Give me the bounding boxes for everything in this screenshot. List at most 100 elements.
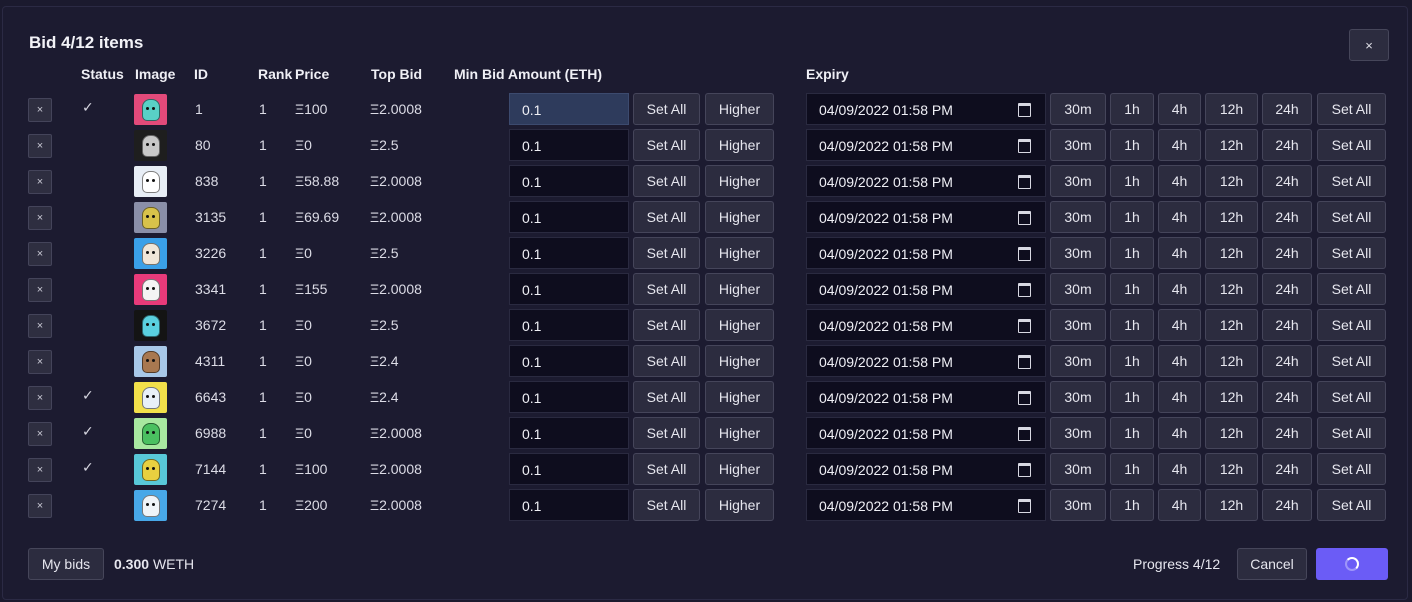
- expiry-preset-button[interactable]: 12h: [1205, 381, 1258, 413]
- remove-item-button[interactable]: ×: [28, 134, 52, 158]
- expiry-preset-button[interactable]: 12h: [1205, 345, 1258, 377]
- expiry-preset-button[interactable]: 12h: [1205, 129, 1258, 161]
- expiry-preset-button[interactable]: 30m: [1050, 345, 1106, 377]
- calendar-icon[interactable]: [1018, 139, 1031, 153]
- expiry-preset-button[interactable]: 12h: [1205, 93, 1258, 125]
- set-all-bid-button[interactable]: Set All: [633, 201, 700, 233]
- expiry-preset-button[interactable]: 1h: [1110, 489, 1154, 521]
- expiry-datetime-input[interactable]: 04/09/2022 01:58 PM: [806, 129, 1046, 161]
- expiry-preset-button[interactable]: 4h: [1158, 453, 1201, 485]
- min-bid-input[interactable]: 0.1: [509, 237, 629, 269]
- expiry-preset-button[interactable]: 12h: [1205, 165, 1258, 197]
- min-bid-input[interactable]: 0.1: [509, 273, 629, 305]
- set-all-expiry-button[interactable]: Set All: [1317, 165, 1386, 197]
- higher-button[interactable]: Higher: [705, 129, 774, 161]
- expiry-preset-button[interactable]: 24h: [1262, 489, 1312, 521]
- set-all-bid-button[interactable]: Set All: [633, 417, 700, 449]
- higher-button[interactable]: Higher: [705, 381, 774, 413]
- expiry-preset-button[interactable]: 24h: [1262, 237, 1312, 269]
- set-all-bid-button[interactable]: Set All: [633, 129, 700, 161]
- min-bid-input[interactable]: 0.1: [509, 201, 629, 233]
- calendar-icon[interactable]: [1018, 103, 1031, 117]
- expiry-preset-button[interactable]: 30m: [1050, 237, 1106, 269]
- expiry-preset-button[interactable]: 24h: [1262, 273, 1312, 305]
- expiry-preset-button[interactable]: 1h: [1110, 273, 1154, 305]
- higher-button[interactable]: Higher: [705, 165, 774, 197]
- my-bids-button[interactable]: My bids: [28, 548, 104, 580]
- expiry-preset-button[interactable]: 1h: [1110, 129, 1154, 161]
- set-all-bid-button[interactable]: Set All: [633, 93, 700, 125]
- set-all-expiry-button[interactable]: Set All: [1317, 237, 1386, 269]
- expiry-datetime-input[interactable]: 04/09/2022 01:58 PM: [806, 237, 1046, 269]
- higher-button[interactable]: Higher: [705, 417, 774, 449]
- set-all-expiry-button[interactable]: Set All: [1317, 489, 1386, 521]
- expiry-datetime-input[interactable]: 04/09/2022 01:58 PM: [806, 417, 1046, 449]
- remove-item-button[interactable]: ×: [28, 494, 52, 518]
- expiry-preset-button[interactable]: 24h: [1262, 201, 1312, 233]
- min-bid-input[interactable]: 0.1: [509, 309, 629, 341]
- expiry-datetime-input[interactable]: 04/09/2022 01:58 PM: [806, 93, 1046, 125]
- set-all-bid-button[interactable]: Set All: [633, 489, 700, 521]
- expiry-preset-button[interactable]: 4h: [1158, 237, 1201, 269]
- higher-button[interactable]: Higher: [705, 201, 774, 233]
- expiry-preset-button[interactable]: 4h: [1158, 129, 1201, 161]
- expiry-preset-button[interactable]: 4h: [1158, 201, 1201, 233]
- expiry-preset-button[interactable]: 1h: [1110, 417, 1154, 449]
- expiry-preset-button[interactable]: 30m: [1050, 309, 1106, 341]
- expiry-preset-button[interactable]: 1h: [1110, 93, 1154, 125]
- expiry-preset-button[interactable]: 4h: [1158, 273, 1201, 305]
- higher-button[interactable]: Higher: [705, 237, 774, 269]
- min-bid-input[interactable]: 0.1: [509, 453, 629, 485]
- expiry-preset-button[interactable]: 30m: [1050, 273, 1106, 305]
- expiry-preset-button[interactable]: 1h: [1110, 381, 1154, 413]
- expiry-preset-button[interactable]: 4h: [1158, 93, 1201, 125]
- expiry-preset-button[interactable]: 24h: [1262, 345, 1312, 377]
- higher-button[interactable]: Higher: [705, 309, 774, 341]
- expiry-preset-button[interactable]: 30m: [1050, 381, 1106, 413]
- expiry-preset-button[interactable]: 4h: [1158, 381, 1201, 413]
- expiry-preset-button[interactable]: 1h: [1110, 165, 1154, 197]
- remove-item-button[interactable]: ×: [28, 278, 52, 302]
- calendar-icon[interactable]: [1018, 499, 1031, 513]
- expiry-preset-button[interactable]: 12h: [1205, 309, 1258, 341]
- set-all-expiry-button[interactable]: Set All: [1317, 273, 1386, 305]
- expiry-preset-button[interactable]: 30m: [1050, 453, 1106, 485]
- set-all-bid-button[interactable]: Set All: [633, 453, 700, 485]
- expiry-preset-button[interactable]: 12h: [1205, 417, 1258, 449]
- expiry-datetime-input[interactable]: 04/09/2022 01:58 PM: [806, 273, 1046, 305]
- calendar-icon[interactable]: [1018, 427, 1031, 441]
- set-all-bid-button[interactable]: Set All: [633, 381, 700, 413]
- set-all-bid-button[interactable]: Set All: [633, 345, 700, 377]
- expiry-datetime-input[interactable]: 04/09/2022 01:58 PM: [806, 489, 1046, 521]
- higher-button[interactable]: Higher: [705, 345, 774, 377]
- expiry-preset-button[interactable]: 1h: [1110, 453, 1154, 485]
- set-all-expiry-button[interactable]: Set All: [1317, 93, 1386, 125]
- remove-item-button[interactable]: ×: [28, 314, 52, 338]
- higher-button[interactable]: Higher: [705, 273, 774, 305]
- expiry-preset-button[interactable]: 24h: [1262, 165, 1312, 197]
- expiry-preset-button[interactable]: 24h: [1262, 453, 1312, 485]
- expiry-preset-button[interactable]: 1h: [1110, 237, 1154, 269]
- expiry-preset-button[interactable]: 12h: [1205, 201, 1258, 233]
- expiry-preset-button[interactable]: 12h: [1205, 453, 1258, 485]
- set-all-bid-button[interactable]: Set All: [633, 309, 700, 341]
- remove-item-button[interactable]: ×: [28, 350, 52, 374]
- min-bid-input[interactable]: 0.1: [509, 165, 629, 197]
- set-all-bid-button[interactable]: Set All: [633, 273, 700, 305]
- remove-item-button[interactable]: ×: [28, 206, 52, 230]
- remove-item-button[interactable]: ×: [28, 422, 52, 446]
- calendar-icon[interactable]: [1018, 463, 1031, 477]
- set-all-bid-button[interactable]: Set All: [633, 237, 700, 269]
- expiry-datetime-input[interactable]: 04/09/2022 01:58 PM: [806, 453, 1046, 485]
- min-bid-input[interactable]: 0.1: [509, 381, 629, 413]
- expiry-preset-button[interactable]: 30m: [1050, 165, 1106, 197]
- expiry-datetime-input[interactable]: 04/09/2022 01:58 PM: [806, 381, 1046, 413]
- expiry-preset-button[interactable]: 30m: [1050, 489, 1106, 521]
- remove-item-button[interactable]: ×: [28, 170, 52, 194]
- set-all-expiry-button[interactable]: Set All: [1317, 453, 1386, 485]
- close-button[interactable]: ×: [1349, 29, 1389, 61]
- calendar-icon[interactable]: [1018, 283, 1031, 297]
- cancel-button[interactable]: Cancel: [1237, 548, 1307, 580]
- set-all-expiry-button[interactable]: Set All: [1317, 309, 1386, 341]
- calendar-icon[interactable]: [1018, 355, 1031, 369]
